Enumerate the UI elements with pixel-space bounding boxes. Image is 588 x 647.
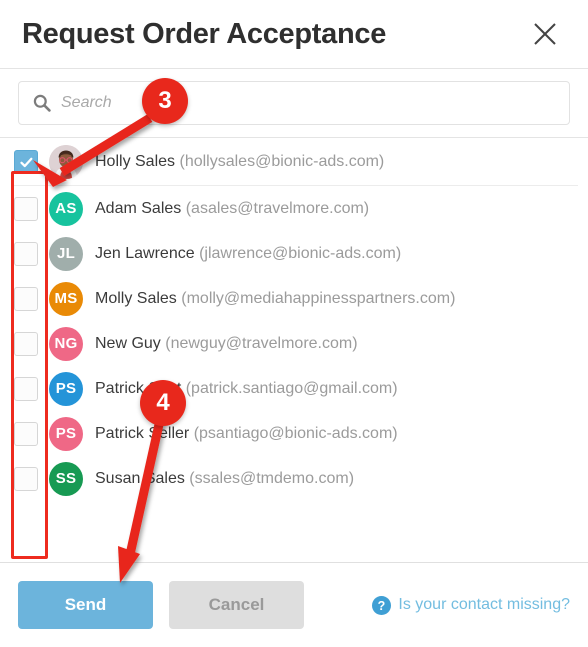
contact-name: Adam Sales (95, 199, 182, 217)
contact-checkbox[interactable] (14, 196, 38, 221)
avatar: AS (49, 191, 83, 226)
list-item[interactable]: JL Jen Lawrence (jlawrence@bionic-ads.co… (0, 231, 588, 276)
avatar: PS (49, 371, 83, 406)
send-button[interactable]: Send (18, 581, 153, 629)
avatar-initials: PS (55, 425, 77, 442)
contact-name: Molly Sales (95, 289, 177, 307)
list-item[interactable]: NG New Guy (newguy@travelmore.com) (0, 321, 588, 366)
contact-email: (hollysales@bionic-ads.com) (179, 153, 385, 170)
contact-text: Molly Sales (molly@mediahappinesspartner… (95, 290, 455, 308)
contact-name: New Guy (95, 334, 161, 352)
contact-email: (asales@travelmore.com) (185, 199, 370, 217)
contact-name: Susan Sales (95, 469, 185, 487)
contact-text: Adam Sales (asales@travelmore.com) (95, 200, 369, 218)
contact-text: Holly Sales (hollysales@bionic-ads.com) (95, 153, 384, 171)
contact-checkbox[interactable] (14, 421, 38, 446)
contact-name: Jen Lawrence (95, 244, 195, 262)
avatar-initials: SS (55, 470, 77, 487)
dialog-header: Request Order Acceptance (0, 0, 588, 68)
svg-text:?: ? (378, 599, 386, 613)
contact-checkbox[interactable] (14, 286, 38, 311)
contact-name: Patrick Sant (95, 379, 182, 397)
list-item[interactable]: Holly Sales (hollysales@bionic-ads.com) (0, 138, 588, 186)
avatar-initials: JL (56, 245, 76, 262)
avatar: NG (49, 326, 83, 361)
contact-missing-label: Is your contact missing? (398, 596, 570, 613)
dialog-title: Request Order Acceptance (22, 17, 387, 50)
contact-text: Patrick Sant (patrick.santiago@gmail.com… (95, 380, 398, 398)
search-box[interactable] (18, 81, 570, 125)
contact-checkbox[interactable] (14, 241, 38, 266)
avatar: MS (49, 281, 83, 316)
avatar: PS (49, 416, 83, 451)
contact-text: New Guy (newguy@travelmore.com) (95, 335, 358, 353)
list-item[interactable]: SS Susan Sales (ssales@tmdemo.com) (0, 456, 588, 501)
request-order-acceptance-dialog: Request Order Acceptance Search Holly Sa… (0, 0, 588, 647)
avatar (49, 145, 83, 179)
list-item[interactable]: PS Patrick Sant (patrick.santiago@gmail.… (0, 366, 588, 411)
list-item[interactable]: AS Adam Sales (asales@travelmore.com) (0, 186, 588, 231)
list-item[interactable]: PS Patrick Seller (psantiago@bionic-ads.… (0, 411, 588, 456)
contact-text: Susan Sales (ssales@tmdemo.com) (95, 470, 354, 488)
contact-text: Patrick Seller (psantiago@bionic-ads.com… (95, 425, 398, 443)
avatar: SS (49, 461, 83, 496)
contact-checkbox[interactable] (14, 150, 38, 174)
contact-checkbox[interactable] (14, 331, 38, 356)
question-circle-icon: ? (372, 595, 392, 615)
avatar-initials: NG (54, 335, 78, 352)
avatar-initials: MS (54, 290, 78, 307)
close-icon[interactable] (528, 17, 562, 51)
list-item[interactable]: MS Molly Sales (molly@mediahappinesspart… (0, 276, 588, 321)
contact-text: Jen Lawrence (jlawrence@bionic-ads.com) (95, 245, 401, 263)
contact-name: Holly Sales (95, 153, 176, 170)
contact-email: (patrick.santiago@gmail.com) (185, 379, 398, 397)
contact-email: (psantiago@bionic-ads.com) (193, 424, 398, 442)
cancel-button[interactable]: Cancel (169, 581, 304, 629)
contact-checkbox[interactable] (14, 466, 38, 491)
contact-email: (ssales@tmdemo.com) (189, 469, 355, 487)
contact-email: (newguy@travelmore.com) (165, 334, 358, 352)
contact-list: Holly Sales (hollysales@bionic-ads.com) … (0, 138, 588, 562)
search-icon (33, 94, 51, 112)
avatar-initials: AS (55, 200, 77, 217)
contact-missing-link[interactable]: ? Is your contact missing? (372, 595, 570, 615)
contact-checkbox[interactable] (14, 376, 38, 401)
search-input[interactable] (61, 82, 569, 124)
contact-email: (molly@mediahappinesspartners.com) (181, 289, 456, 307)
avatar-initials: PS (55, 380, 77, 397)
contact-name: Patrick Seller (95, 424, 190, 442)
search-section (0, 68, 588, 138)
avatar: JL (49, 236, 83, 271)
contact-email: (jlawrence@bionic-ads.com) (199, 244, 402, 262)
dialog-footer: Send Cancel ? Is your contact missing? (0, 562, 588, 647)
check-icon (19, 157, 32, 167)
